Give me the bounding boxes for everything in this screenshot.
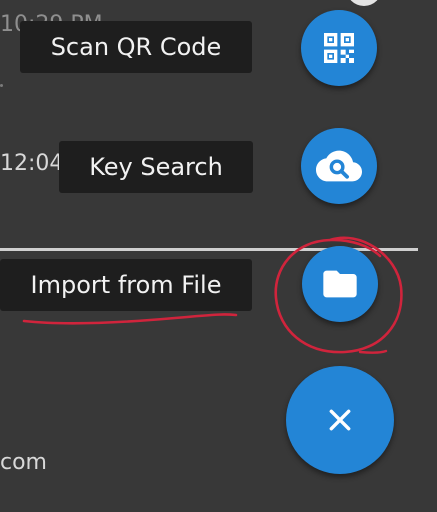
underline-annotation — [22, 313, 238, 325]
list-item-fragment — [0, 84, 3, 87]
scan-qr-code-button[interactable] — [301, 10, 377, 86]
list-item-email: com — [0, 450, 47, 475]
scan-qr-code-label[interactable]: Scan QR Code — [20, 21, 252, 73]
cloud-search-icon — [316, 143, 362, 189]
partial-fab — [346, 0, 382, 6]
import-from-file-label[interactable]: Import from File — [0, 259, 252, 311]
key-search-button[interactable] — [301, 128, 377, 204]
qr-code-icon — [319, 28, 359, 68]
close-speed-dial-button[interactable] — [286, 366, 394, 474]
key-search-label[interactable]: Key Search — [59, 141, 253, 193]
close-icon — [327, 407, 353, 433]
folder-icon — [320, 264, 360, 304]
import-from-file-button[interactable] — [302, 246, 378, 322]
